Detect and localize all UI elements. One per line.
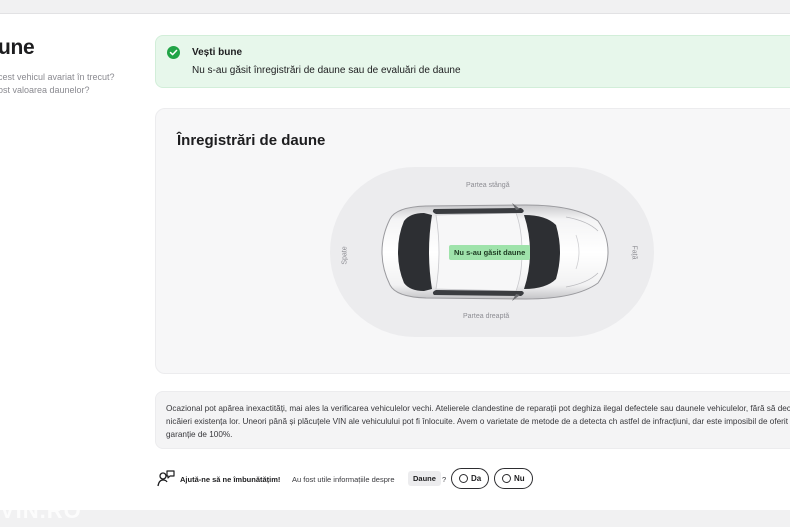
yes-label: Da xyxy=(471,474,482,483)
neutral-face-icon xyxy=(502,474,511,483)
feedback-topic-chip: Daune xyxy=(408,471,441,486)
feedback-bar: Ajută-ne să ne îmbunătățim! Au fost util… xyxy=(156,467,756,491)
disclaimer-text: Ocazional pot apărea inexactități, mai a… xyxy=(166,404,790,439)
question-damage-value: ost valoarea daunelor? xyxy=(0,85,90,95)
label-rear: Spate xyxy=(341,246,349,265)
feedback-prompt: Ajută-ne să ne îmbunătățim! xyxy=(180,475,281,484)
no-damage-badge: Nu s-au găsit daune xyxy=(449,245,531,260)
damage-records-card: Înregistrări de daune Partea stângă Part… xyxy=(155,108,790,374)
damage-records-heading: Înregistrări de daune xyxy=(177,132,326,149)
feedback-no-button[interactable]: Nu xyxy=(494,468,533,489)
no-label: Nu xyxy=(514,474,525,483)
feedback-yes-button[interactable]: Da xyxy=(451,468,490,489)
top-bar xyxy=(0,0,790,14)
feedback-question-mark: ? xyxy=(442,475,447,484)
page-title: une xyxy=(0,36,35,59)
question-damaged: cest vehicul avariat în trecut? xyxy=(0,72,115,82)
good-news-title: Vești bune xyxy=(192,47,243,58)
feedback-question: Au fost utile informațiile despre xyxy=(292,475,395,484)
disclaimer-box: Ocazional pot apărea inexactități, mai a… xyxy=(155,391,790,449)
label-front: Față xyxy=(630,245,638,260)
watermark-logo: VIN.RO xyxy=(0,498,82,523)
label-right-side: Partea dreaptă xyxy=(463,313,510,320)
good-news-banner: Vești bune Nu s-au găsit înregistrări de… xyxy=(155,35,790,88)
label-left-side: Partea stângă xyxy=(466,182,510,189)
smile-icon xyxy=(459,474,468,483)
good-news-message: Nu s-au găsit înregistrări de daune sau … xyxy=(192,65,461,76)
bottom-bar xyxy=(0,510,790,527)
check-circle-icon xyxy=(167,46,180,59)
feedback-chat-icon xyxy=(157,470,175,487)
